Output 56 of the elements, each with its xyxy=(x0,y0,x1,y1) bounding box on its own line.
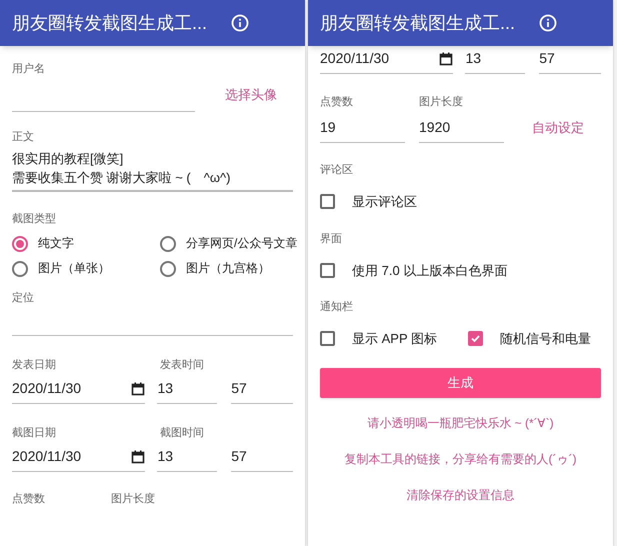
checkbox-label: 显示评论区 xyxy=(352,193,417,211)
date-field[interactable]: 2020/11/30 xyxy=(320,48,454,74)
field-label: 用户名 xyxy=(12,64,46,75)
checkbox[interactable] xyxy=(320,331,335,346)
hour-field[interactable]: 13 xyxy=(157,378,218,404)
checkbox[interactable] xyxy=(320,194,335,210)
calendar-icon[interactable] xyxy=(131,382,146,396)
info-icon[interactable] xyxy=(539,14,558,32)
field-label: 界面 xyxy=(320,234,343,244)
minute-field[interactable]: 57 xyxy=(231,378,293,404)
radio-label: 图片（九宫格） xyxy=(186,260,271,277)
text-link[interactable]: 复制本工具的链接，分享给有需要的人(´ゥ´) xyxy=(344,448,576,470)
app-title: 朋友圈转发截图生成工... xyxy=(320,12,516,34)
auto-set-link[interactable]: 自动设定 xyxy=(532,118,584,137)
text-link[interactable]: 请小透明喝一瓶肥宅快乐水 ~ (*´∀`) xyxy=(367,412,554,434)
field-label: 正文 xyxy=(12,132,35,143)
checkbox[interactable] xyxy=(320,262,335,278)
text-link[interactable]: 清除保存的设置信息 xyxy=(406,484,514,506)
checkbox[interactable] xyxy=(468,331,483,346)
date-field[interactable]: 2020/11/30 xyxy=(12,446,146,472)
radio-button[interactable] xyxy=(12,261,28,277)
field-label: 截图日期 xyxy=(12,428,57,439)
field-label: 发表日期 xyxy=(12,360,57,371)
check-icon xyxy=(470,333,481,344)
field-label: 截图时间 xyxy=(160,428,204,439)
calendar-icon[interactable] xyxy=(131,450,146,464)
likes-field[interactable]: 19 xyxy=(320,117,405,143)
checkbox-label: 随机信号和电量 xyxy=(500,330,591,348)
length-field[interactable]: 1920 xyxy=(419,117,504,143)
field-label: 截图类型 xyxy=(12,214,57,225)
app-title: 朋友圈转发截图生成工... xyxy=(12,12,208,34)
field-label: 评论区 xyxy=(320,165,354,176)
radio-button[interactable] xyxy=(12,236,28,252)
field-label: 定位 xyxy=(12,293,35,304)
minute-field[interactable]: 57 xyxy=(231,446,293,472)
checkbox-label: 使用 7.0 以上版本白色界面 xyxy=(352,262,508,280)
checkbox-label: 显示 APP 图标 xyxy=(352,330,438,348)
field-label: 点赞数 xyxy=(12,494,46,505)
calendar-icon[interactable] xyxy=(439,52,454,66)
text-area[interactable]: 很实用的教程[微笑] 需要收集五个赞 谢谢大家啦 ~ ( ^ω^) xyxy=(12,149,293,192)
radio-button[interactable] xyxy=(160,261,176,277)
radio-button[interactable] xyxy=(160,236,176,252)
field-label: 通知栏 xyxy=(320,302,354,313)
radio-label: 分享网页/公众号文章 xyxy=(186,235,298,252)
hour-field[interactable]: 13 xyxy=(157,446,218,472)
date-field[interactable]: 2020/11/30 xyxy=(12,378,146,404)
field-label: 图片长度 xyxy=(419,97,463,108)
field-label: 点赞数 xyxy=(320,97,354,108)
minute-field[interactable]: 57 xyxy=(539,48,601,74)
info-icon[interactable] xyxy=(231,14,250,32)
radio-label: 纯文字 xyxy=(38,235,75,252)
radio-label: 图片（单张） xyxy=(38,260,111,277)
field-label: 发表时间 xyxy=(160,360,204,371)
field-label: 图片长度 xyxy=(111,494,155,505)
choose-avatar-link[interactable]: 选择头像 xyxy=(225,84,277,104)
hour-field[interactable]: 13 xyxy=(465,48,526,74)
